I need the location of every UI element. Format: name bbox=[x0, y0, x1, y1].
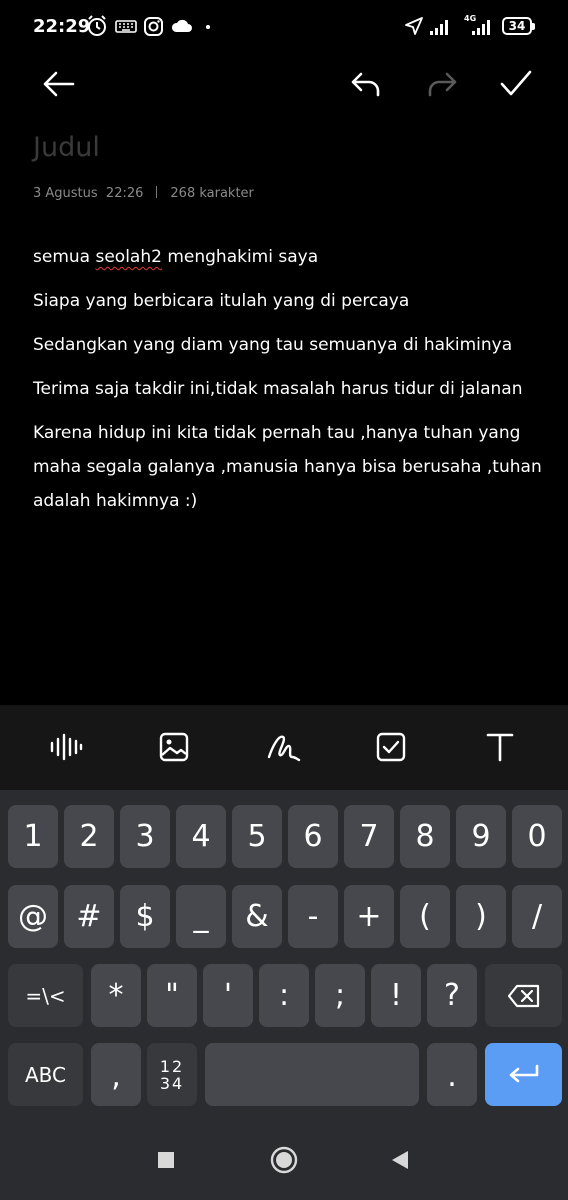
handwriting-icon bbox=[267, 735, 301, 762]
key-6[interactable]: 6 bbox=[288, 805, 338, 868]
back-button[interactable] bbox=[34, 60, 82, 108]
key-period[interactable]: . bbox=[427, 1043, 477, 1106]
key-9[interactable]: 9 bbox=[456, 805, 506, 868]
key-1[interactable]: 1 bbox=[8, 805, 58, 868]
battery-level: 34 bbox=[508, 19, 526, 33]
instagram-icon bbox=[144, 17, 163, 36]
key-ampersand[interactable]: & bbox=[232, 885, 282, 948]
note-char-count: 268 karakter bbox=[170, 186, 254, 201]
key-comma[interactable]: , bbox=[91, 1043, 141, 1106]
redo-icon bbox=[428, 72, 457, 97]
recents-icon bbox=[158, 1152, 174, 1168]
cloud-icon bbox=[171, 19, 192, 32]
key-asterisk[interactable]: * bbox=[91, 964, 141, 1027]
redo-button[interactable] bbox=[418, 60, 466, 108]
note-line: Sedangkan yang diam yang tau semuanya di… bbox=[33, 335, 513, 355]
status-bar: 22:29 4G 34 bbox=[0, 0, 568, 56]
text-format-icon bbox=[486, 733, 514, 762]
misspelled-word[interactable]: seolah2 bbox=[95, 247, 161, 267]
back-nav-button[interactable] bbox=[380, 1140, 420, 1180]
arrow-left-icon bbox=[43, 71, 75, 97]
enter-key[interactable] bbox=[485, 1043, 562, 1106]
key-single-quote[interactable]: ' bbox=[203, 964, 253, 1027]
back-icon bbox=[392, 1151, 408, 1169]
save-button[interactable] bbox=[492, 60, 540, 108]
symbols-page-key[interactable]: =\< bbox=[8, 964, 83, 1027]
draw-button[interactable] bbox=[262, 725, 306, 769]
key-3[interactable]: 3 bbox=[120, 805, 170, 868]
text-format-button[interactable] bbox=[478, 725, 522, 769]
key-exclamation[interactable]: ! bbox=[371, 964, 421, 1027]
key-5[interactable]: 5 bbox=[232, 805, 282, 868]
note-meta: 3 Agustus 22:26 268 karakter bbox=[33, 186, 254, 201]
note-title-input[interactable]: Judul bbox=[33, 132, 100, 163]
insert-image-button[interactable] bbox=[152, 725, 196, 769]
note-body-editor[interactable]: semua seolah2 menghakimi saya Siapa yang… bbox=[33, 244, 543, 536]
key-minus[interactable]: - bbox=[288, 885, 338, 948]
checklist-button[interactable] bbox=[369, 725, 413, 769]
abc-key[interactable]: ABC bbox=[8, 1043, 83, 1106]
key-colon[interactable]: : bbox=[259, 964, 309, 1027]
key-dollar[interactable]: $ bbox=[120, 885, 170, 948]
key-open-paren[interactable]: ( bbox=[400, 885, 450, 948]
image-icon bbox=[159, 732, 189, 762]
keyboard: 1 2 3 4 5 6 7 8 9 0 @ # $ _ & - + ( ) / … bbox=[0, 790, 568, 1118]
backspace-key[interactable] bbox=[485, 964, 562, 1027]
signal-icon bbox=[472, 20, 490, 35]
signal-icon bbox=[430, 20, 448, 35]
key-slash[interactable]: / bbox=[512, 885, 562, 948]
key-plus[interactable]: + bbox=[344, 885, 394, 948]
note-line: Terima saja takdir ini,tidak masalah har… bbox=[33, 379, 523, 399]
key-underscore[interactable]: _ bbox=[176, 885, 226, 948]
note-line: Siapa yang berbicara itulah yang di perc… bbox=[33, 291, 410, 311]
backspace-icon bbox=[507, 984, 539, 1007]
key-8[interactable]: 8 bbox=[400, 805, 450, 868]
location-icon bbox=[405, 17, 423, 35]
recents-button[interactable] bbox=[146, 1140, 186, 1180]
keyboard-icon bbox=[115, 20, 137, 33]
checklist-icon bbox=[376, 732, 406, 762]
space-key[interactable] bbox=[205, 1043, 419, 1106]
dot-icon bbox=[206, 25, 210, 29]
note-line: semua seolah2 menghakimi saya bbox=[33, 247, 319, 267]
key-7[interactable]: 7 bbox=[344, 805, 394, 868]
undo-icon bbox=[351, 72, 380, 97]
audio-waveform-icon bbox=[50, 733, 83, 761]
key-question[interactable]: ? bbox=[427, 964, 477, 1027]
note-line: Karena hidup ini kita tidak pernah tau ,… bbox=[33, 423, 542, 511]
home-button[interactable] bbox=[264, 1140, 304, 1180]
undo-button[interactable] bbox=[342, 60, 390, 108]
format-toolbar bbox=[0, 705, 568, 790]
note-date: 3 Agustus 22:26 bbox=[33, 186, 144, 201]
alarm-icon bbox=[88, 15, 106, 36]
key-4[interactable]: 4 bbox=[176, 805, 226, 868]
audio-record-button[interactable] bbox=[44, 725, 88, 769]
checkmark-icon bbox=[500, 70, 532, 96]
key-0[interactable]: 0 bbox=[512, 805, 562, 868]
battery-icon: 34 bbox=[502, 17, 535, 35]
numpad-key[interactable]: 12 34 bbox=[147, 1043, 197, 1106]
key-at[interactable]: @ bbox=[8, 885, 58, 948]
key-double-quote[interactable]: " bbox=[147, 964, 197, 1027]
key-2[interactable]: 2 bbox=[64, 805, 114, 868]
status-time: 22:29 bbox=[33, 16, 91, 37]
navigation-bar bbox=[0, 1118, 568, 1200]
home-icon bbox=[270, 1146, 298, 1174]
key-hash[interactable]: # bbox=[64, 885, 114, 948]
key-semicolon[interactable]: ; bbox=[315, 964, 365, 1027]
enter-icon bbox=[509, 1064, 538, 1082]
key-close-paren[interactable]: ) bbox=[456, 885, 506, 948]
